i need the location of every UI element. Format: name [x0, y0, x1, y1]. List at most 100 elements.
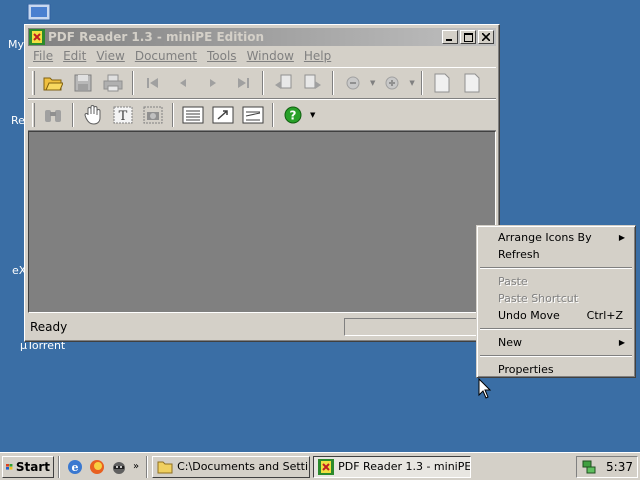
- document-view-area[interactable]: [28, 131, 496, 313]
- fullscreen-button[interactable]: [211, 103, 235, 127]
- quicklaunch-more-button[interactable]: »: [133, 461, 139, 472]
- hand-icon: [84, 105, 101, 125]
- list-view-icon: [182, 106, 204, 124]
- pdf-reader-app-icon: [29, 29, 45, 45]
- go-forward-button[interactable]: [301, 71, 325, 95]
- menu-item-label: Undo Move: [498, 309, 560, 322]
- maximize-button[interactable]: [460, 30, 476, 44]
- snapshot-button[interactable]: [141, 103, 165, 127]
- menu-item-refresh[interactable]: Refresh: [479, 246, 633, 263]
- find-button[interactable]: [41, 103, 65, 127]
- zoom-out-dropdown-icon[interactable]: ▼: [370, 79, 375, 87]
- zoom-out-button[interactable]: [341, 71, 365, 95]
- menu-item-paste-shortcut[interactable]: Paste Shortcut: [479, 290, 633, 307]
- menu-separator: [480, 328, 632, 330]
- properties-view-button[interactable]: [241, 103, 265, 127]
- toolbar-separator: [272, 103, 274, 127]
- first-page-button[interactable]: [141, 71, 165, 95]
- minimize-button[interactable]: [442, 30, 458, 44]
- internet-explorer-icon: e: [68, 459, 82, 474]
- next-page-button[interactable]: [201, 71, 225, 95]
- status-bar: Ready: [28, 317, 496, 337]
- close-button[interactable]: [478, 30, 494, 44]
- quicklaunch-ie[interactable]: e: [66, 458, 84, 476]
- pdf-reader-window: PDF Reader 1.3 - miniPE Edition File Edi…: [24, 24, 500, 342]
- clock[interactable]: 5:37: [606, 460, 633, 474]
- status-text: Ready: [30, 320, 68, 334]
- windows-logo-icon: [6, 463, 13, 470]
- menu-item-label: Paste Shortcut: [498, 292, 579, 305]
- zoom-in-button[interactable]: [380, 71, 404, 95]
- toolbar-separator: [172, 103, 174, 127]
- firefox-icon: [90, 459, 104, 474]
- menu-item-undo-move[interactable]: Undo Move Ctrl+Z: [479, 307, 633, 324]
- task-button-pdf-reader[interactable]: PDF Reader 1.3 - miniPE ...: [313, 455, 472, 478]
- network-icon[interactable]: [581, 459, 597, 475]
- last-page-button[interactable]: [231, 71, 255, 95]
- open-folder-icon: [43, 77, 63, 91]
- menu-file[interactable]: File: [28, 49, 58, 63]
- system-tray: 5:37: [576, 455, 638, 478]
- menu-help[interactable]: Help: [299, 49, 336, 63]
- menu-view[interactable]: View: [91, 49, 129, 63]
- go-forward-icon: [304, 74, 321, 89]
- toolbar-separator: [332, 71, 334, 95]
- submenu-arrow-icon: ▶: [618, 338, 625, 347]
- save-disk-icon: [74, 74, 92, 92]
- menu-item-properties[interactable]: Properties: [479, 361, 633, 378]
- window-title-bar[interactable]: PDF Reader 1.3 - miniPE Edition: [28, 28, 496, 46]
- menu-item-arrange-icons-by[interactable]: Arrange Icons By ▶: [479, 229, 633, 246]
- last-page-icon: [238, 78, 249, 88]
- menu-bar: File Edit View Document Tools Window Hel…: [28, 47, 496, 65]
- menu-item-shortcut: Ctrl+Z: [586, 309, 623, 322]
- print-button[interactable]: [101, 71, 125, 95]
- menu-document[interactable]: Document: [130, 49, 202, 63]
- toolbar-separator: [132, 71, 134, 95]
- zoom-in-dropdown-icon[interactable]: ▼: [409, 79, 414, 87]
- menu-separator: [480, 267, 632, 269]
- menu-edit[interactable]: Edit: [58, 49, 91, 63]
- close-icon: [482, 33, 490, 41]
- toolbar-separator: [72, 103, 74, 127]
- desktop-icon-my-computer-label[interactable]: My: [8, 38, 24, 51]
- single-page-icon: [434, 73, 450, 93]
- toolbar-separator: [262, 71, 264, 95]
- first-page-icon: [147, 78, 158, 88]
- fit-page-button[interactable]: [430, 71, 454, 95]
- status-panel: [344, 318, 494, 336]
- task-label: C:\Documents and Settin...: [177, 460, 309, 473]
- menu-item-paste[interactable]: Paste: [479, 273, 633, 290]
- open-button[interactable]: [41, 71, 65, 95]
- zoom-out-icon: [346, 76, 360, 90]
- menu-item-label: New: [498, 336, 522, 349]
- menu-item-label: Arrange Icons By: [498, 231, 592, 244]
- menu-window[interactable]: Window: [242, 49, 299, 63]
- menu-tools[interactable]: Tools: [202, 49, 242, 63]
- next-page-icon: [210, 79, 216, 87]
- start-button[interactable]: Start: [2, 455, 54, 478]
- desktop-icon-recycle-label[interactable]: Re: [11, 114, 25, 127]
- taskbar-separator: [58, 455, 60, 478]
- camera-icon: [143, 106, 163, 124]
- hand-tool-button[interactable]: [81, 103, 105, 127]
- task-button-explorer[interactable]: C:\Documents and Settin...: [152, 455, 311, 478]
- bookmarks-button[interactable]: [181, 103, 205, 127]
- save-button[interactable]: [71, 71, 95, 95]
- svg-text:?: ?: [290, 109, 297, 123]
- help-button[interactable]: ?: [281, 103, 305, 127]
- fit-width-button[interactable]: [460, 71, 484, 95]
- pdf-reader-app-icon: [318, 458, 335, 475]
- text-select-button[interactable]: T: [111, 103, 135, 127]
- menu-item-new[interactable]: New ▶: [479, 334, 633, 351]
- zoom-in-icon: [385, 76, 399, 90]
- quicklaunch-browser[interactable]: [88, 458, 106, 476]
- go-back-button[interactable]: [271, 71, 295, 95]
- help-dropdown-icon[interactable]: ▼: [310, 111, 315, 119]
- menu-separator: [480, 355, 632, 357]
- toolbar-grip[interactable]: [32, 71, 35, 95]
- printer-icon: [103, 74, 123, 92]
- toolbar-grip[interactable]: [32, 103, 35, 127]
- previous-page-button[interactable]: [171, 71, 195, 95]
- quicklaunch-app[interactable]: [110, 458, 128, 476]
- menu-item-label: Properties: [498, 363, 554, 376]
